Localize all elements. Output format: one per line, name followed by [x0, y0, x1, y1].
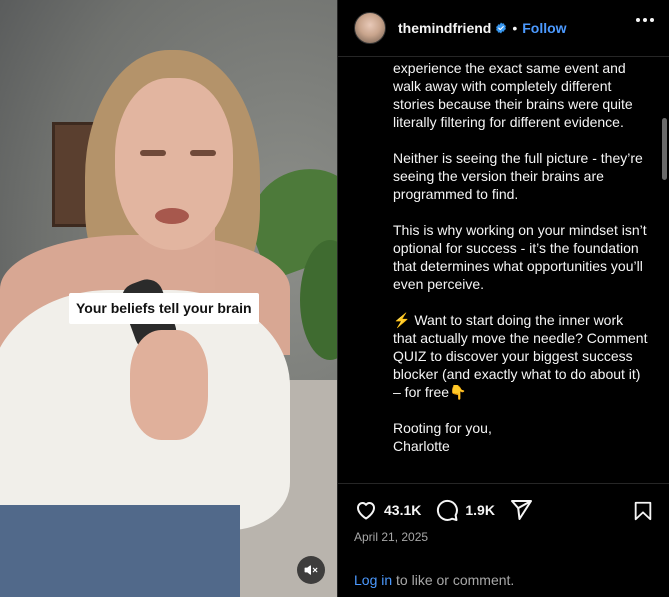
comment-icon — [437, 499, 459, 521]
login-link[interactable]: Log in — [354, 572, 392, 588]
username-link[interactable]: themindfriend — [398, 20, 491, 36]
post-actions: 43.1K 1.9K April 21, 2025 Log in to like… — [338, 483, 669, 597]
video-person-face — [115, 78, 233, 250]
comments-count: 1.9K — [465, 502, 495, 518]
like-button[interactable]: 43.1K — [354, 498, 421, 522]
caption-paragraph: This is why working on your mindset isn’… — [393, 222, 647, 292]
action-row: 43.1K 1.9K — [354, 498, 547, 522]
share-icon — [510, 500, 532, 520]
follow-button[interactable]: Follow — [522, 20, 566, 36]
caption-scrollbar[interactable] — [662, 118, 667, 180]
video-person-jeans — [0, 505, 240, 597]
video-person-eye — [190, 150, 216, 156]
post-date: April 21, 2025 — [354, 530, 429, 544]
caption-paragraph: experience the exact same event and walk… — [393, 60, 633, 130]
heart-icon — [357, 502, 375, 520]
caption-paragraph: Neither is seeing the full picture - the… — [393, 150, 643, 202]
save-button[interactable] — [632, 500, 654, 527]
muted-speaker-icon — [304, 565, 318, 575]
caption-paragraph: Rooting for you, Charlotte — [393, 420, 492, 454]
login-prompt: Log in to like or comment. — [354, 572, 514, 588]
caption-paragraph: ⚡ Want to start doing the inner work tha… — [393, 312, 648, 400]
mute-button[interactable] — [297, 556, 325, 584]
post-side-panel: themindfriend • Follow experience the ex… — [337, 0, 669, 597]
bookmark-icon — [634, 501, 652, 521]
share-button[interactable] — [509, 498, 533, 522]
verified-badge-icon — [496, 22, 507, 34]
video-person-eye — [140, 150, 166, 156]
video-person-mouth — [155, 208, 189, 224]
video-player[interactable]: Your beliefs tell your brain — [0, 0, 337, 597]
more-options-icon[interactable] — [636, 18, 654, 22]
likes-count: 43.1K — [384, 502, 422, 518]
video-caption: Your beliefs tell your brain — [69, 293, 259, 324]
login-prompt-text: to like or comment. — [392, 572, 515, 588]
post-header: themindfriend • Follow — [338, 0, 669, 57]
post-caption: experience the exact same event and walk… — [393, 59, 649, 473]
comment-button[interactable]: 1.9K — [435, 498, 495, 522]
header-separator: • — [512, 20, 518, 36]
avatar[interactable] — [354, 12, 386, 44]
video-person-hand — [130, 330, 208, 440]
